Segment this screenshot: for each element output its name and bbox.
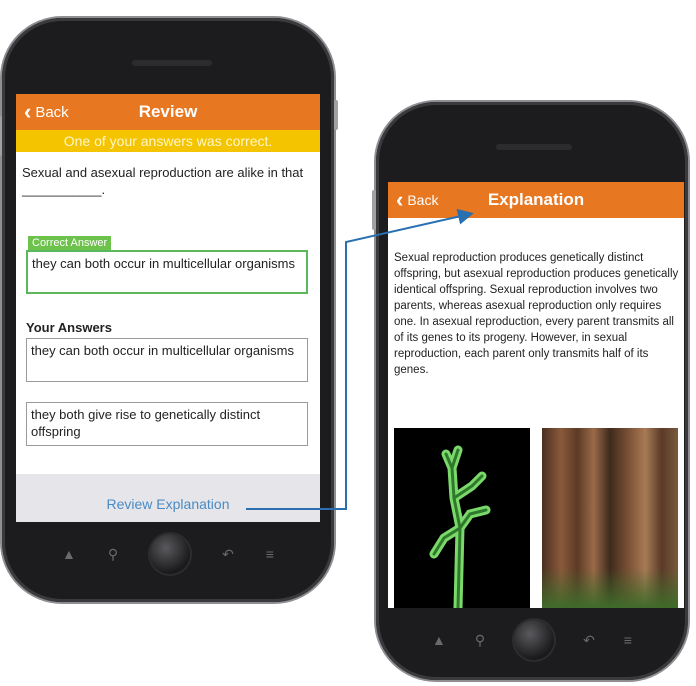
- connector-arrow: [246, 208, 474, 510]
